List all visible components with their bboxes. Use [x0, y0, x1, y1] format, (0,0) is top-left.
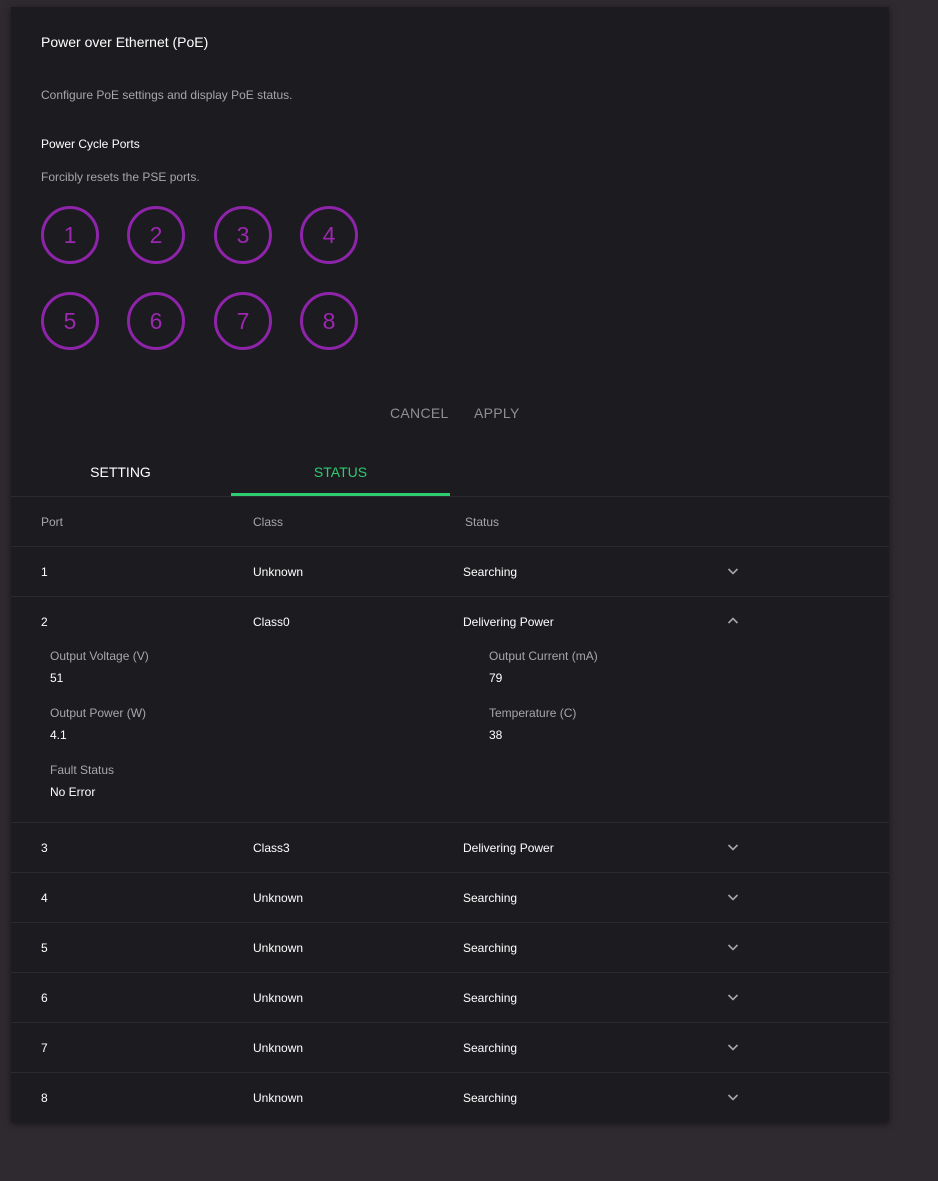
- power-cycle-port-3-button[interactable]: 3: [214, 206, 272, 264]
- row-port: 7: [41, 1041, 48, 1055]
- fault-status-label: Fault Status: [50, 763, 115, 777]
- row-status: Delivering Power: [463, 841, 554, 855]
- table-row[interactable]: 6 Unknown Searching: [11, 973, 889, 1023]
- temperature-label: Temperature (C): [489, 706, 577, 720]
- apply-button[interactable]: APPLY: [474, 405, 520, 421]
- power-cycle-port-4-button[interactable]: 4: [300, 206, 358, 264]
- chevron-down-icon[interactable]: [726, 940, 740, 954]
- output-voltage-value: 51: [50, 671, 64, 685]
- output-current-label: Output Current (mA): [489, 649, 598, 663]
- row-class: Unknown: [253, 1041, 304, 1055]
- row-class: Class3: [253, 841, 290, 855]
- column-header-port: Port: [41, 515, 64, 529]
- fault-status-value: No Error: [50, 785, 96, 799]
- column-header-class: Class: [253, 515, 284, 529]
- output-current-value: 79: [489, 671, 503, 685]
- tab-setting[interactable]: SETTING: [11, 447, 230, 497]
- row-port: 2: [41, 615, 48, 629]
- row-class: Unknown: [253, 991, 304, 1005]
- power-cycle-port-1-button[interactable]: 1: [41, 206, 99, 264]
- row-port: 3: [41, 841, 48, 855]
- row-port: 4: [41, 891, 48, 905]
- row-status: Searching: [463, 565, 518, 579]
- row-status: Delivering Power: [463, 615, 554, 629]
- row-status: Searching: [463, 991, 518, 1005]
- row-status: Searching: [463, 1091, 518, 1105]
- chevron-down-icon[interactable]: [726, 840, 740, 854]
- cancel-button[interactable]: CANCEL: [390, 405, 449, 421]
- output-power-label: Output Power (W): [50, 706, 147, 720]
- row-class: Unknown: [253, 1091, 304, 1105]
- chevron-down-icon[interactable]: [726, 1090, 740, 1104]
- power-cycle-port-8-button[interactable]: 8: [300, 292, 358, 350]
- row-class: Unknown: [253, 565, 304, 579]
- port-detail-panel: Output Voltage (V) 51 Output Current (mA…: [11, 647, 889, 823]
- chevron-up-icon[interactable]: [726, 614, 740, 628]
- chevron-down-icon[interactable]: [726, 1040, 740, 1054]
- row-port: 5: [41, 941, 48, 955]
- row-status: Searching: [463, 941, 518, 955]
- page-description: Configure PoE settings and display PoE s…: [41, 88, 293, 102]
- temperature-value: 38: [489, 728, 503, 742]
- row-class: Class0: [253, 615, 290, 629]
- power-cycle-port-7-button[interactable]: 7: [214, 292, 272, 350]
- table-row[interactable]: 7 Unknown Searching: [11, 1023, 889, 1073]
- tab-status[interactable]: STATUS: [231, 447, 450, 497]
- output-voltage-label: Output Voltage (V): [50, 649, 149, 663]
- power-cycle-port-2-button[interactable]: 2: [127, 206, 185, 264]
- chevron-down-icon[interactable]: [726, 990, 740, 1004]
- table-row[interactable]: 5 Unknown Searching: [11, 923, 889, 973]
- column-header-status: Status: [465, 515, 500, 529]
- table-row[interactable]: 8 Unknown Searching: [11, 1073, 889, 1123]
- power-cycle-port-6-button[interactable]: 6: [127, 292, 185, 350]
- row-class: Unknown: [253, 891, 304, 905]
- chevron-down-icon[interactable]: [726, 564, 740, 578]
- tabs-divider: [11, 496, 889, 497]
- row-port: 6: [41, 991, 48, 1005]
- row-port: 1: [41, 565, 48, 579]
- chevron-down-icon[interactable]: [726, 890, 740, 904]
- table-row[interactable]: 3 Class3 Delivering Power: [11, 823, 889, 873]
- table-row[interactable]: 4 Unknown Searching: [11, 873, 889, 923]
- row-status: Searching: [463, 1041, 518, 1055]
- row-status: Searching: [463, 891, 518, 905]
- row-port: 8: [41, 1091, 48, 1105]
- output-power-value: 4.1: [50, 728, 67, 742]
- power-cycle-description: Forcibly resets the PSE ports.: [41, 170, 200, 184]
- power-cycle-title: Power Cycle Ports: [41, 137, 140, 151]
- page-title: Power over Ethernet (PoE): [41, 34, 209, 50]
- poe-card: Power over Ethernet (PoE) Configure PoE …: [11, 7, 889, 1122]
- table-row[interactable]: 1 Unknown Searching: [11, 547, 889, 597]
- table-row[interactable]: 2 Class0 Delivering Power: [11, 597, 889, 647]
- row-class: Unknown: [253, 941, 304, 955]
- power-cycle-port-5-button[interactable]: 5: [41, 292, 99, 350]
